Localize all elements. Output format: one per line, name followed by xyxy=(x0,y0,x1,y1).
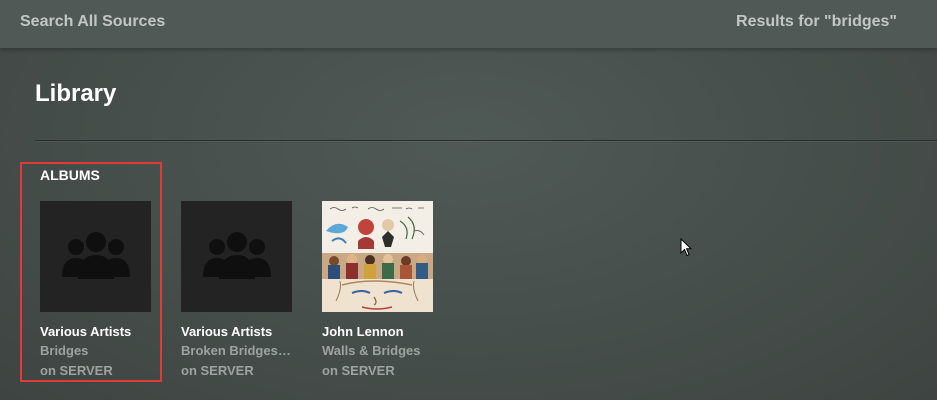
album-source: on SERVER xyxy=(40,363,113,378)
album-art-collage xyxy=(322,201,433,312)
album-artist[interactable]: Various Artists xyxy=(181,323,292,341)
results-heading: Results for "bridges" xyxy=(736,13,897,30)
album-cover[interactable] xyxy=(181,201,292,312)
album-cover[interactable] xyxy=(322,201,433,312)
album-title[interactable]: Bridges xyxy=(40,341,151,361)
artist-group-placeholder-icon xyxy=(202,231,271,279)
mouse-pointer-icon xyxy=(680,238,692,257)
artist-group-placeholder-icon xyxy=(61,231,130,279)
album-source: on SERVER xyxy=(322,363,395,378)
top-bar: Search All Sources Results for "bridges" xyxy=(0,0,937,48)
album-source: on SERVER xyxy=(181,363,254,378)
album-card[interactable]: John Lennon Walls & Bridges on SERVER xyxy=(322,201,433,381)
album-cover[interactable] xyxy=(40,201,151,312)
album-artist[interactable]: John Lennon xyxy=(322,323,433,341)
album-artist[interactable]: Various Artists xyxy=(40,323,151,341)
album-card[interactable]: Various Artists Bridges on SERVER xyxy=(40,201,151,381)
divider xyxy=(35,140,937,141)
album-title[interactable]: Walls & Bridges xyxy=(322,341,433,361)
albums-section-title: ALBUMS xyxy=(40,167,100,183)
album-title[interactable]: Broken Bridges:... xyxy=(181,341,292,361)
search-all-sources-input[interactable]: Search All Sources xyxy=(20,13,165,31)
library-title: Library xyxy=(35,80,117,107)
album-card[interactable]: Various Artists Broken Bridges:... on SE… xyxy=(181,201,292,381)
